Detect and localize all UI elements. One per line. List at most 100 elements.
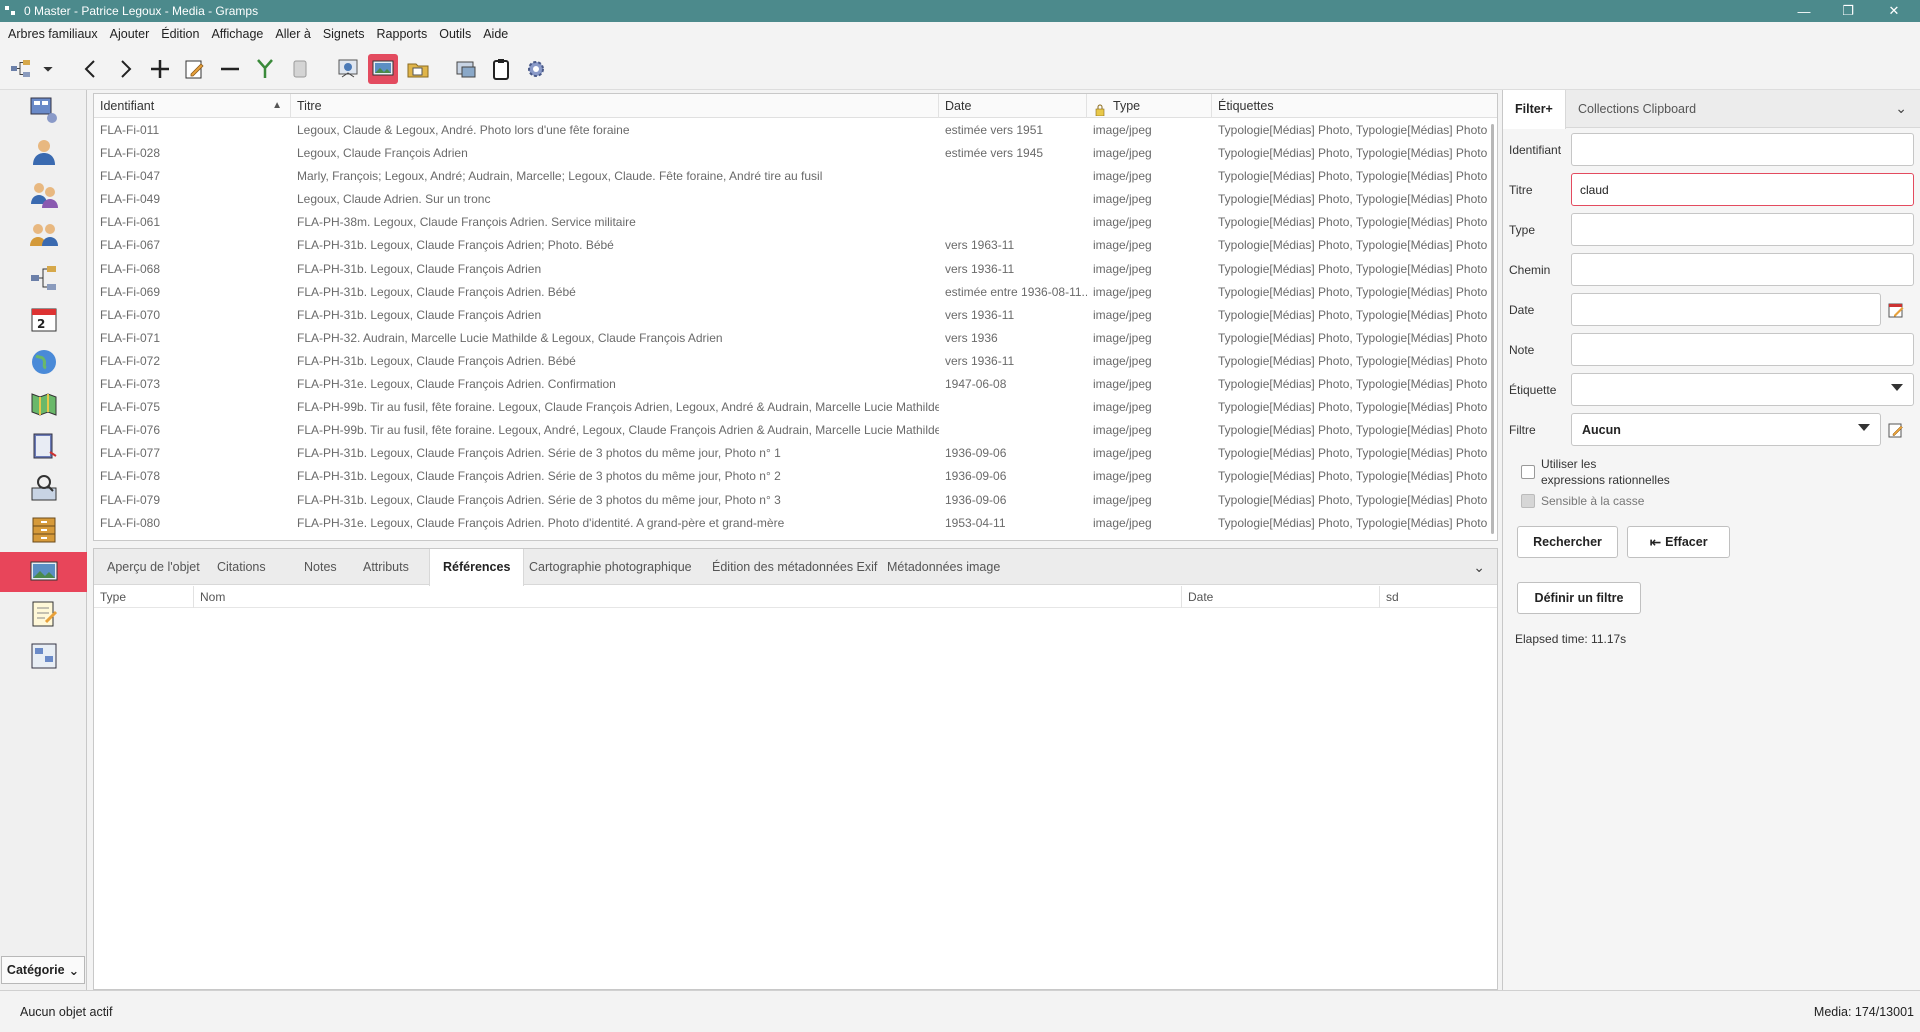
- tab-filter-plus[interactable]: Filter+: [1503, 90, 1566, 129]
- menu-bookmarks[interactable]: Signets: [317, 27, 371, 41]
- id-input[interactable]: [1571, 133, 1914, 166]
- nav-families[interactable]: [0, 216, 87, 256]
- column-header-title[interactable]: Titre: [291, 94, 939, 118]
- nav-dashboard[interactable]: [0, 90, 87, 130]
- media-viewer-icon[interactable]: [368, 54, 398, 84]
- search-button[interactable]: Rechercher: [1517, 526, 1618, 558]
- table-row[interactable]: FLA-Fi-011 Legoux, Claude & Legoux, André…: [94, 119, 1494, 142]
- clear-button[interactable]: ⇤ Effacer: [1627, 526, 1730, 558]
- table-row[interactable]: FLA-Fi-067 FLA-PH-31b. Legoux, Claude Fra…: [94, 234, 1494, 257]
- menu-add[interactable]: Ajouter: [104, 27, 156, 41]
- ref-column-type[interactable]: Type: [94, 586, 194, 608]
- path-input[interactable]: [1571, 253, 1914, 286]
- dropdown-arrow-icon: [1891, 384, 1903, 391]
- table-row[interactable]: FLA-Fi-070 FLA-PH-31b. Legoux, Claude Fra…: [94, 304, 1494, 327]
- tab-exif-editor[interactable]: Édition des métadonnées Exif: [699, 549, 890, 585]
- chevron-down-icon[interactable]: ⌄: [1895, 100, 1907, 117]
- table-row[interactable]: FLA-Fi-047 Marly, François; Legoux, André…: [94, 165, 1494, 188]
- ref-column-date[interactable]: Date: [1182, 586, 1380, 608]
- menu-go[interactable]: Aller à: [269, 27, 316, 41]
- column-header-type[interactable]: Type: [1087, 94, 1212, 118]
- tag-select[interactable]: [1571, 373, 1914, 406]
- column-header-date[interactable]: Date: [939, 94, 1087, 118]
- table-row[interactable]: FLA-Fi-071 FLA-PH-32. Audrain, Marcelle L…: [94, 327, 1494, 350]
- cell-tags: Typologie[Médias] Photo, Typologie[Média…: [1218, 123, 1488, 137]
- nav-citations[interactable]: [0, 468, 87, 508]
- media-manager-icon[interactable]: [451, 54, 481, 84]
- edit-filter-button[interactable]: [1881, 413, 1911, 446]
- table-row[interactable]: FLA-Fi-061 FLA-PH-38m. Legoux, Claude Fra…: [94, 211, 1494, 234]
- preferences-icon[interactable]: [521, 54, 551, 84]
- bookmark-icon[interactable]: [285, 54, 315, 84]
- nav-media[interactable]: [0, 552, 87, 592]
- table-row[interactable]: FLA-Fi-079 FLA-PH-31b. Legoux, Claude Fra…: [94, 489, 1494, 512]
- menu-reports[interactable]: Rapports: [371, 27, 434, 41]
- ref-column-name[interactable]: Nom: [194, 586, 1182, 608]
- add-icon[interactable]: [145, 54, 175, 84]
- tab-citations[interactable]: Citations: [204, 549, 279, 585]
- nav-repositories[interactable]: [0, 510, 87, 550]
- table-row[interactable]: FLA-Fi-078 FLA-PH-31b. Legoux, Claude Fra…: [94, 465, 1494, 488]
- table-row[interactable]: FLA-Fi-080 FLA-PH-31e. Legoux, Claude Fra…: [94, 512, 1494, 535]
- nav-gramplets[interactable]: [0, 636, 87, 676]
- open-media-icon[interactable]: [333, 54, 363, 84]
- menu-family-trees[interactable]: Arbres familiaux: [2, 27, 104, 41]
- category-button[interactable]: Catégorie ⌄: [1, 956, 85, 984]
- open-folder-icon[interactable]: [403, 54, 433, 84]
- table-row[interactable]: FLA-Fi-072 FLA-PH-31b. Legoux, Claude Fra…: [94, 350, 1494, 373]
- table-row[interactable]: FLA-Fi-049 Legoux, Claude Adrien. Sur un …: [94, 188, 1494, 211]
- table-row[interactable]: FLA-Fi-028 Legoux, Claude François Adrien…: [94, 142, 1494, 165]
- nav-charts[interactable]: [0, 258, 87, 298]
- nav-places[interactable]: [0, 342, 87, 382]
- table-row[interactable]: FLA-Fi-073 FLA-PH-31e. Legoux, Claude Fra…: [94, 373, 1494, 396]
- type-input[interactable]: [1571, 213, 1914, 246]
- column-header-id[interactable]: Identifiant ▲: [94, 94, 291, 118]
- back-icon[interactable]: [76, 54, 106, 84]
- list-scrollbar[interactable]: [1491, 124, 1494, 534]
- nav-geography[interactable]: [0, 384, 87, 424]
- table-row[interactable]: FLA-Fi-069 FLA-PH-31b. Legoux, Claude Fra…: [94, 281, 1494, 304]
- menu-view[interactable]: Affichage: [205, 27, 269, 41]
- dropdown-arrow-icon[interactable]: [40, 54, 56, 84]
- tab-image-metadata[interactable]: Métadonnées image: [874, 549, 1013, 585]
- tab-object-preview[interactable]: Aperçu de l'objet: [94, 549, 213, 585]
- tab-collections-clipboard[interactable]: Collections Clipboard: [1566, 90, 1708, 128]
- forward-icon[interactable]: [110, 54, 140, 84]
- nav-people[interactable]: [0, 132, 87, 172]
- remove-icon[interactable]: [215, 54, 245, 84]
- define-filter-button[interactable]: Définir un filtre: [1517, 582, 1641, 614]
- tree-icon[interactable]: [6, 54, 36, 84]
- tab-notes[interactable]: Notes: [291, 549, 350, 585]
- ref-column-sd[interactable]: sd: [1380, 586, 1497, 608]
- menu-tools[interactable]: Outils: [433, 27, 477, 41]
- date-editor-button[interactable]: [1881, 293, 1911, 326]
- menu-edit[interactable]: Édition: [155, 27, 205, 41]
- table-row[interactable]: FLA-Fi-076 FLA-PH-99b. Tir au fusil, fête…: [94, 419, 1494, 442]
- clipboard-icon[interactable]: [486, 54, 516, 84]
- case-sensitive-checkbox[interactable]: [1521, 494, 1535, 508]
- maximize-button[interactable]: ❐: [1826, 0, 1870, 22]
- note-input[interactable]: [1571, 333, 1914, 366]
- close-button[interactable]: ✕: [1872, 0, 1916, 22]
- minimize-button[interactable]: —: [1782, 0, 1826, 22]
- date-input[interactable]: [1571, 293, 1881, 326]
- custom-filter-select[interactable]: Aucun: [1571, 413, 1881, 446]
- title-input[interactable]: [1571, 173, 1914, 206]
- nav-sources[interactable]: [0, 426, 87, 466]
- tab-photo-tagging[interactable]: Cartographie photographique: [516, 549, 705, 585]
- nav-notes[interactable]: [0, 594, 87, 634]
- regex-checkbox[interactable]: [1521, 465, 1535, 479]
- tab-references[interactable]: Références: [429, 549, 525, 586]
- merge-icon[interactable]: [250, 54, 280, 84]
- tab-attributes[interactable]: Attributs: [350, 549, 422, 585]
- table-row[interactable]: FLA-Fi-075 FLA-PH-99b. Tir au fusil, fête…: [94, 396, 1494, 419]
- chevron-down-icon[interactable]: ⌄: [1473, 559, 1485, 576]
- cell-date: vers 1936: [945, 330, 998, 345]
- edit-icon[interactable]: [180, 54, 210, 84]
- column-header-tags[interactable]: Étiquettes: [1212, 94, 1497, 118]
- menu-help[interactable]: Aide: [477, 27, 514, 41]
- table-row[interactable]: FLA-Fi-068 FLA-PH-31b. Legoux, Claude Fra…: [94, 258, 1494, 281]
- nav-events[interactable]: 2: [0, 300, 87, 340]
- table-row[interactable]: FLA-Fi-077 FLA-PH-31b. Legoux, Claude Fra…: [94, 442, 1494, 465]
- nav-relationships[interactable]: [0, 174, 87, 214]
